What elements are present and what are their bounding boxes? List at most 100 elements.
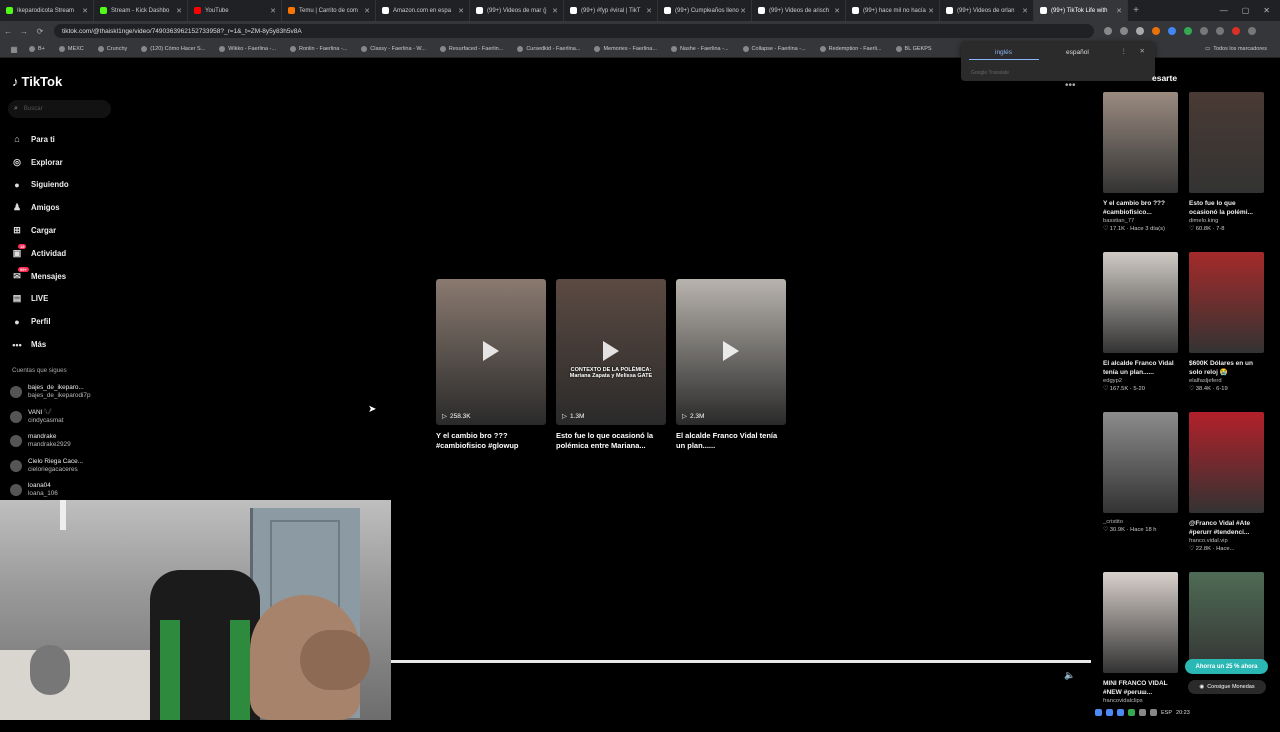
related-video-card[interactable]: @Franco Vidal #Ate #perurr #tendenci... f… [1189,412,1264,572]
nav-item-explorar[interactable]: ◎ Explorar [12,151,69,174]
browser-tab[interactable]: (99+) Videos de arisch ✕ [752,0,846,21]
extension-icon[interactable] [1120,27,1128,35]
close-tab-icon[interactable]: ✕ [270,7,276,15]
video-title[interactable]: Y el cambio bro ??? #cambiofisico #glowu… [436,431,546,451]
bookmark-item[interactable]: BL GEKPS [889,46,939,52]
video-thumbnail[interactable] [1189,572,1264,673]
bookmark-item[interactable]: Nashe - Faerlina -... [664,46,736,52]
video-card[interactable]: CONTEXTO DE LA POLÉMICA: Mariana Zapata … [556,279,666,451]
video-author[interactable]: edgyp2 [1103,378,1178,384]
close-tab-icon[interactable]: ✕ [1116,7,1122,15]
video-title[interactable]: El alcalde Franco Vidal tenía un plan...… [676,431,786,451]
avatar[interactable] [1232,27,1240,35]
video-title[interactable]: @Franco Vidal #Ate #perurr #tendenci... [1189,519,1264,537]
related-video-card[interactable]: $600K Dólares en un solo reloj 😭 elalfasl… [1189,252,1264,412]
video-title[interactable]: $600K Dólares en un solo reloj 😭 [1189,359,1264,377]
nav-item-siguiendo[interactable]: ● Siguiendo [12,174,68,197]
play-icon[interactable] [603,341,619,361]
video-progress-bar[interactable] [391,660,1091,663]
close-tab-icon[interactable]: ✕ [82,7,88,15]
close-tab-icon[interactable]: ✕ [834,7,840,15]
nav-item-cargar[interactable]: ⊞ Cargar [12,219,69,242]
related-video-card[interactable]: _cristito ♡ 30.9K · Hace 18 h [1103,412,1178,572]
video-thumbnail[interactable]: ▷ 2.3M [676,279,786,425]
close-tab-icon[interactable]: ✕ [740,7,746,15]
nav-item-amigos[interactable]: ♟ Amigos [12,196,69,219]
download-icon[interactable] [1216,27,1224,35]
bookmark-item[interactable]: Resurfaced - Faerlin... [433,46,510,52]
tray-icon[interactable] [1106,709,1113,716]
apps-icon[interactable]: ▦ [6,45,22,54]
kebab-menu-icon[interactable] [1248,27,1256,35]
close-tab-icon[interactable]: ✕ [1022,7,1028,15]
close-tab-icon[interactable]: ✕ [552,7,558,15]
close-tab-icon[interactable]: ✕ [176,7,182,15]
close-tab-icon[interactable]: ✕ [364,7,370,15]
nav-item-perfil[interactable]: ● Perfil [12,310,69,333]
bookmark-item[interactable]: B+ [22,46,52,52]
video-title[interactable]: Esto fue lo que ocasionó la polémi... [1189,199,1264,217]
browser-tab[interactable]: (99+) hace mil no hacía ✕ [846,0,940,21]
bookmark-item[interactable]: Collapse - Faerlina -... [736,46,813,52]
video-author[interactable]: dimelo.king [1189,218,1264,224]
video-thumbnail[interactable] [1189,412,1264,513]
browser-tab[interactable]: (99+) TikTok Life with ✕ [1034,0,1128,21]
bookmark-item[interactable]: Wikko - Faerlina -... [212,46,283,52]
video-author[interactable]: elalfasljeferd [1189,378,1264,384]
close-icon[interactable]: ✕ [1140,47,1145,55]
following-account[interactable]: loana04 loana_106 [10,478,91,503]
tray-icon[interactable] [1095,709,1102,716]
video-thumbnail[interactable] [1103,92,1178,193]
nav-item-más[interactable]: ••• Más [12,333,69,356]
volume-icon[interactable]: 🔈 [1064,670,1075,681]
reload-icon[interactable]: ⟳ [32,27,48,36]
bookmark-item[interactable]: (120) Cómo Hacer S... [134,46,212,52]
play-icon[interactable] [483,341,499,361]
nav-item-para-ti[interactable]: ⌂ Para ti [12,128,69,151]
nav-item-mensajes[interactable]: ✉ 99+ Mensajes [12,265,69,288]
tray-icon[interactable] [1139,709,1146,716]
puzzle-icon[interactable] [1200,27,1208,35]
maximize-icon[interactable]: ▢ [1242,6,1250,15]
video-card[interactable]: ▷ 258.3K Y el cambio bro ??? #cambiofisico… [436,279,546,451]
browser-tab[interactable]: Amazon.com en espa ✕ [376,0,470,21]
kebab-menu-icon[interactable]: ⋮ [1121,47,1128,55]
following-account[interactable]: bajes_de_ikeparo... bajes_de_ikeparodi7p [10,380,91,405]
video-title[interactable]: Y el cambio bro ??? #cambiofisico... [1103,199,1178,217]
close-icon[interactable]: ✕ [1263,6,1270,15]
following-account[interactable]: mandrake mandrake2929 [10,429,91,454]
browser-tab[interactable]: Ikeparodicota Stream ✕ [0,0,94,21]
bookmark-item[interactable]: Crunchy [91,46,134,52]
video-thumbnail[interactable] [1189,252,1264,353]
extension-icon[interactable] [1104,27,1112,35]
all-bookmarks[interactable]: ▭ Todos los marcadores [1198,46,1274,52]
video-thumbnail[interactable] [1103,252,1178,353]
video-thumbnail[interactable] [1103,412,1178,513]
extension-icon[interactable] [1168,27,1176,35]
video-title[interactable]: El alcalde Franco Vidal tenía un plan...… [1103,359,1178,377]
bookmark-item[interactable]: Redemption - Faerli... [813,46,889,52]
lang-option[interactable]: inglés [995,49,1012,56]
related-video-card[interactable]: El alcalde Franco Vidal tenía un plan...… [1103,252,1178,412]
browser-tab[interactable]: (99+) Videos de mar (j ✕ [470,0,564,21]
forward-icon[interactable]: → [16,27,32,36]
video-thumbnail[interactable]: CONTEXTO DE LA POLÉMICA: Mariana Zapata … [556,279,666,425]
bookmark-item[interactable]: Cursedkid - Faerlina... [510,46,587,52]
wifi-icon[interactable] [1150,709,1157,716]
following-account[interactable]: Cielo Riega Cace... cieloriegacaceres [10,454,91,479]
bookmark-item[interactable]: MEXC [52,46,91,52]
browser-tab[interactable]: Temu | Carrito de com ✕ [282,0,376,21]
tiktok-logo[interactable]: ♪ TikTok [12,74,62,89]
language-indicator[interactable]: ESP [1161,710,1172,716]
browser-tab[interactable]: YouTube ✕ [188,0,282,21]
bookmark-item[interactable]: Ronlin - Faerlina -... [283,46,354,52]
video-thumbnail[interactable] [1189,92,1264,193]
star-icon[interactable] [1136,27,1144,35]
close-tab-icon[interactable]: ✕ [458,7,464,15]
close-tab-icon[interactable]: ✕ [928,7,934,15]
video-author[interactable]: francovidalclips [1103,698,1178,704]
video-author[interactable]: basstian_77 [1103,218,1178,224]
video-thumbnail[interactable] [1103,572,1178,673]
back-icon[interactable]: ← [0,27,16,36]
browser-tab[interactable]: (99+) #fyp #viral | TikT ✕ [564,0,658,21]
